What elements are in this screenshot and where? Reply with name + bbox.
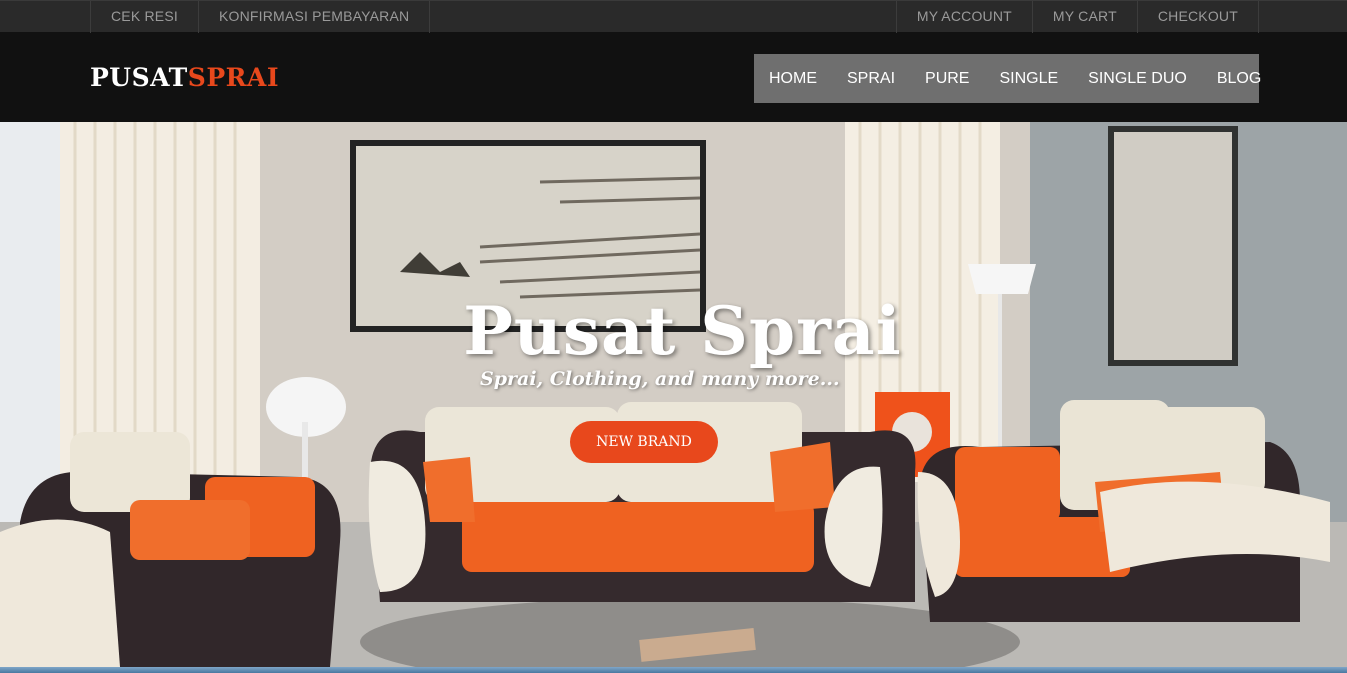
nav-item-single-duo[interactable]: SINGLE DUO [1088,70,1187,88]
my-cart-link[interactable]: MY CART [1031,1,1137,33]
hero-background-image [0,122,1347,667]
konfirmasi-pembayaran-link[interactable]: KONFIRMASI PEMBAYARAN [197,1,431,33]
cek-resi-link[interactable]: CEK RESI [90,1,198,33]
nav-item-home[interactable]: HOME [769,70,817,88]
nav-item-single[interactable]: SINGLE [999,70,1058,88]
topbar-left-links: CEK RESI KONFIRMASI PEMBAYARAN [90,1,431,33]
hero-title: Pusat Sprai [463,292,902,370]
new-brand-button[interactable]: NEW BRAND [570,421,718,463]
my-account-link[interactable]: MY ACCOUNT [895,1,1032,33]
hero-subtitle: Sprai, Clothing, and many more... [480,368,840,390]
site-header: PUSATSPRAI HOME SPRAI PURE SINGLE SINGLE… [0,33,1347,122]
checkout-link[interactable]: CHECKOUT [1136,1,1259,33]
topbar-right-links: MY ACCOUNT MY CART CHECKOUT [895,1,1259,33]
logo-text-part1: PUSAT [90,63,188,92]
nav-item-sprai[interactable]: SPRAI [847,70,895,88]
site-logo[interactable]: PUSATSPRAI [90,63,279,93]
hero-banner: Pusat Sprai Sprai, Clothing, and many mo… [0,122,1347,667]
os-taskbar-edge [0,667,1347,673]
nav-item-pure[interactable]: PURE [925,70,969,88]
top-utility-bar: CEK RESI KONFIRMASI PEMBAYARAN MY ACCOUN… [0,0,1347,33]
logo-text-part2: SPRAI [187,63,280,92]
nav-item-blog[interactable]: BLOG [1217,70,1261,88]
main-navigation: HOME SPRAI PURE SINGLE SINGLE DUO BLOG [754,54,1261,103]
